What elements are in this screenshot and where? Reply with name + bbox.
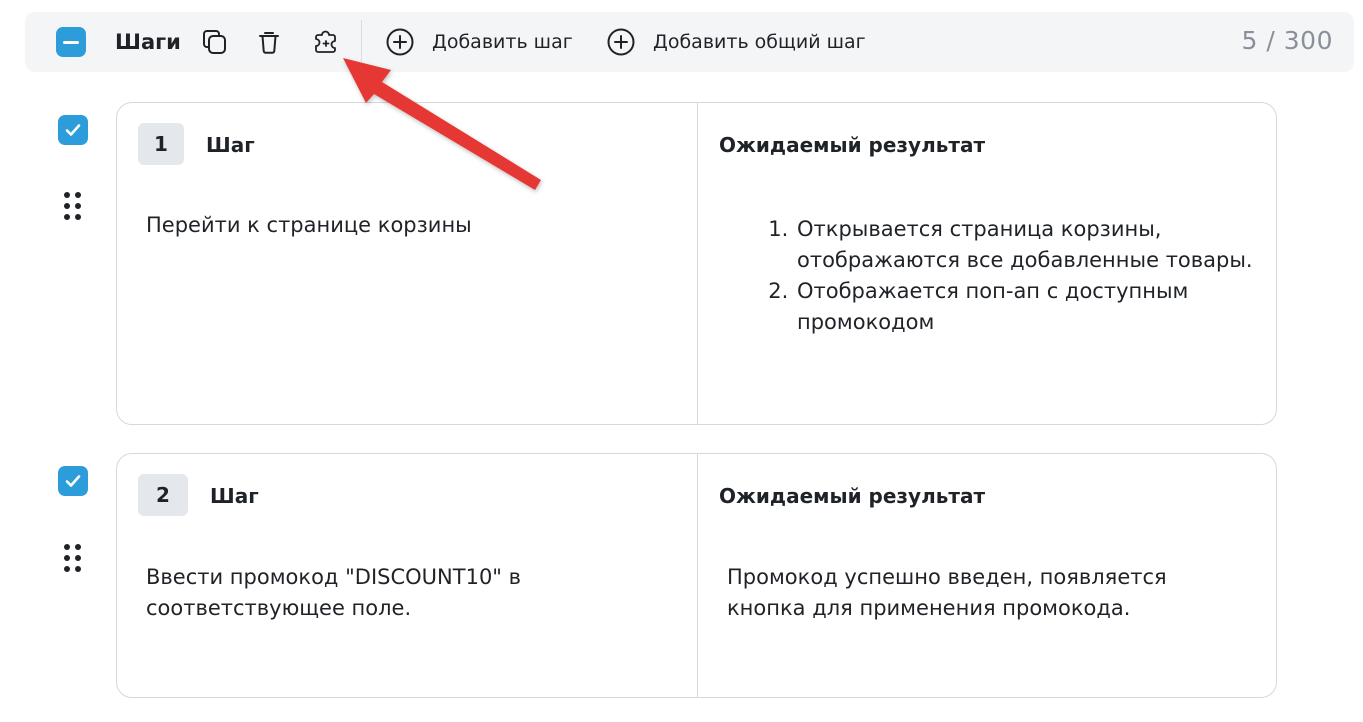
step-card: 1 Шаг Перейти к странице корзины Ожидаем… bbox=[116, 102, 1277, 425]
delete-button[interactable] bbox=[253, 26, 285, 58]
minus-checkbox-icon bbox=[63, 40, 79, 44]
steps-toolbar: Шаги Добавить шаг Добавить общий шаг 5 /… bbox=[25, 12, 1354, 72]
step-1-checkbox[interactable] bbox=[58, 115, 88, 145]
step-action-text[interactable]: Перейти к странице корзины bbox=[146, 210, 666, 241]
step-column-divider bbox=[697, 103, 698, 424]
step-action-text[interactable]: Ввести промокод "DISCOUNT10" в соответст… bbox=[146, 562, 646, 624]
checkmark-icon bbox=[65, 124, 81, 136]
trash-icon bbox=[259, 32, 279, 54]
step-column-divider bbox=[697, 454, 698, 697]
expected-result-item: Отображается поп-ап с доступным промокод… bbox=[795, 276, 1275, 338]
drag-handle-icon bbox=[64, 192, 81, 220]
expected-result-column-title: Ожидаемый результат bbox=[719, 133, 986, 157]
copy-button[interactable] bbox=[198, 26, 230, 58]
add-shared-step-button[interactable]: Добавить общий шаг bbox=[606, 26, 866, 58]
page: Шаги Добавить шаг Добавить общий шаг 5 /… bbox=[0, 0, 1363, 722]
step-number-badge: 2 bbox=[138, 474, 188, 516]
checkmark-icon bbox=[65, 475, 81, 487]
steps-title: Шаги bbox=[115, 30, 181, 54]
expected-result-text[interactable]: Промокод успешно введен, появляется кноп… bbox=[727, 562, 1237, 624]
step-number-badge: 1 bbox=[138, 123, 184, 165]
step-card: 2 Шаг Ввести промокод "DISCOUNT10" в соо… bbox=[116, 453, 1277, 698]
step-column-title: Шаг bbox=[206, 133, 255, 157]
add-step-label: Добавить шаг bbox=[432, 31, 573, 53]
step-column-title: Шаг bbox=[210, 484, 259, 508]
add-step-button[interactable]: Добавить шаг bbox=[385, 26, 573, 58]
copy-icon bbox=[203, 30, 226, 54]
add-to-shared-steps-button[interactable] bbox=[310, 25, 342, 57]
step-2-drag-handle[interactable] bbox=[62, 542, 84, 576]
step-1-drag-handle[interactable] bbox=[62, 190, 84, 224]
expected-result-list[interactable]: Открывается страница корзины, отображают… bbox=[769, 214, 1275, 338]
add-shared-step-label: Добавить общий шаг bbox=[653, 31, 866, 53]
select-all-checkbox[interactable] bbox=[56, 27, 86, 57]
step-2-checkbox[interactable] bbox=[58, 466, 88, 496]
expected-result-item: Открывается страница корзины, отображают… bbox=[795, 214, 1275, 276]
puzzle-icon bbox=[315, 30, 336, 53]
drag-handle-icon bbox=[64, 544, 81, 572]
plus-circle-icon bbox=[386, 28, 414, 56]
toolbar-divider bbox=[361, 20, 362, 62]
expected-result-column-title: Ожидаемый результат bbox=[719, 484, 986, 508]
steps-counter: 5 / 300 bbox=[1241, 26, 1333, 55]
plus-circle-icon bbox=[607, 28, 635, 56]
